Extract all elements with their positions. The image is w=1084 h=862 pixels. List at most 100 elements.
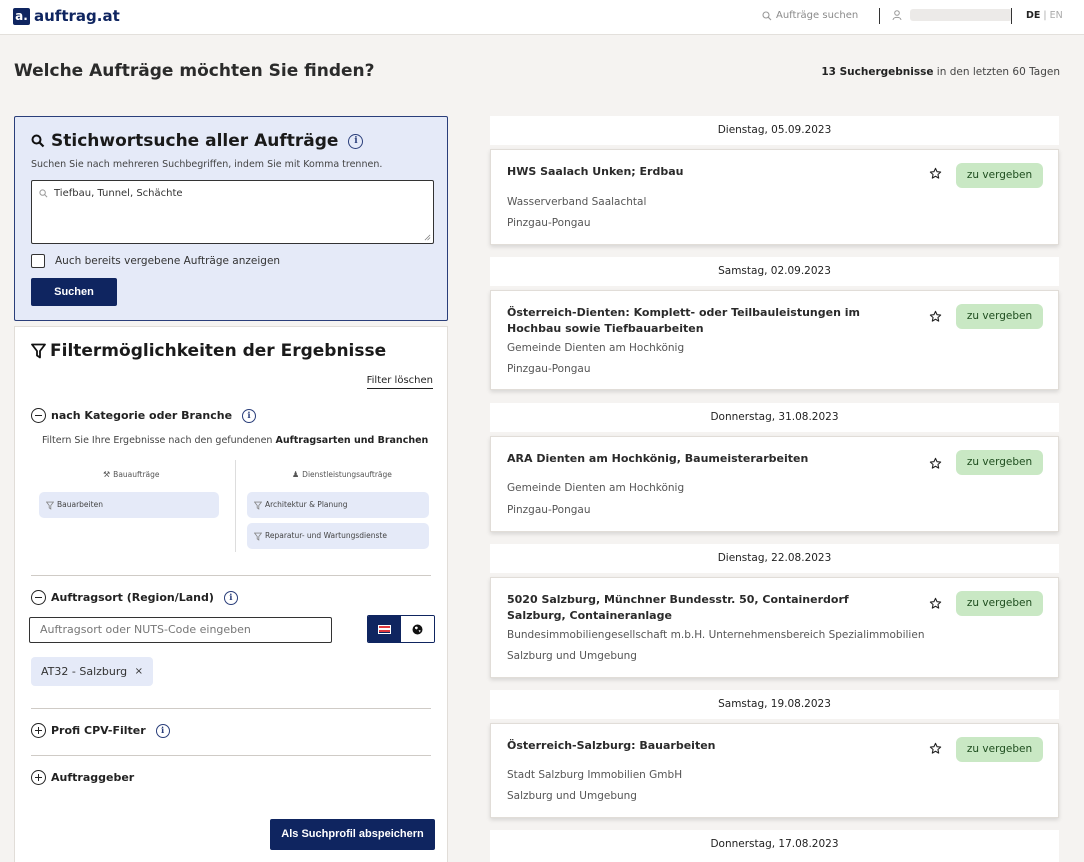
save-search-profile-button[interactable]: Als Suchprofil abspeichern [270,819,435,850]
show-awarded-checkbox[interactable] [31,254,45,268]
clear-filters-link[interactable]: Filter löschen [366,375,433,389]
logo-mark: a. [13,7,30,25]
client-section-toggle[interactable]: Auftraggeber [31,770,134,785]
page-title: Welche Aufträge möchten Sie finden? [14,61,375,81]
user-icon [892,9,902,20]
keyword-search-title-text: Stichwortsuche aller Aufträge [51,131,339,151]
location-tag: AT32 - Salzburg × [31,657,153,686]
nav-divider [879,8,880,24]
lang-en[interactable]: EN [1050,10,1063,21]
keyword-search-title: Stichwortsuche aller Aufträge i [31,131,364,151]
result-region: Salzburg und Umgebung [507,790,637,802]
info-icon[interactable]: i [223,590,238,605]
results-count-suffix: in den letzten 60 Tagen [933,66,1060,78]
expand-icon [31,770,46,785]
show-awarded-checkbox-row[interactable]: Auch bereits vergebene Aufträge anzeigen [31,254,280,268]
category-section-toggle[interactable]: nach Kategorie oder Branche i [31,408,257,423]
location-tag-label: AT32 - Salzburg [41,665,128,678]
collapse-icon [31,408,46,423]
search-icon [31,134,45,148]
result-card[interactable]: Österreich-Dienten: Komplett- oder Teilb… [490,290,1059,390]
services-column-header: ♟ Dienstleistungsaufträge [292,470,392,479]
result-title[interactable]: ARA Dienten am Hochkönig, Baumeisterarbe… [507,451,907,467]
location-section-toggle[interactable]: Auftragsort (Region/Land) i [31,590,238,605]
result-region: Pinzgau-Pongau [507,217,591,229]
location-input[interactable]: Auftragsort oder NUTS-Code eingeben [29,617,332,643]
favorite-star-icon[interactable] [929,742,942,755]
favorite-star-icon[interactable] [929,310,942,323]
lang-separator: | [1043,10,1047,21]
resize-handle-icon[interactable] [424,234,431,241]
category-description: Filtern Sie Ihre Ergebnisse nach den gef… [42,435,428,446]
result-organization: Stadt Salzburg Immobilien GmbH [507,769,683,781]
result-title[interactable]: Österreich-Dienten: Komplett- oder Teilb… [507,305,907,337]
keyword-search-hint: Suchen Sie nach mehreren Suchbegriffen, … [31,159,383,170]
person-icon: ♟ [292,470,300,479]
info-icon[interactable]: i [242,408,257,423]
info-icon[interactable]: i [348,133,364,149]
search-icon [762,10,772,20]
services-column-title: Dienstleistungsaufträge [302,470,392,479]
result-card[interactable]: Österreich-Salzburg: Bauarbeiten Stadt S… [490,723,1059,818]
favorite-star-icon[interactable] [929,597,942,610]
status-badge: zu vergeben [956,163,1043,188]
austria-mode-button[interactable] [368,616,401,642]
construction-column-title: Bauaufträge [113,470,160,479]
remove-tag-icon[interactable]: × [135,657,143,686]
world-mode-button[interactable] [401,616,434,642]
result-region: Pinzgau-Pongau [507,363,591,375]
user-name-redacted [910,9,1012,21]
section-divider [31,755,431,756]
category-heading: nach Kategorie oder Branche [51,409,233,422]
filter-icon [254,532,262,541]
result-region: Salzburg und Umgebung [507,650,637,662]
filter-icon [46,501,54,510]
result-organization: Gemeinde Dienten am Hochkönig [507,482,685,494]
lang-de[interactable]: DE [1026,10,1040,21]
construction-column-header: ⚒ Bauaufträge [103,470,160,479]
logo[interactable]: a. auftrag.at [13,7,120,25]
category-divider [235,460,236,552]
date-header: Donnerstag, 17.08.2023 [490,830,1059,862]
category-chip-reparatur[interactable]: Reparatur- und Wartungsdienste [247,523,429,549]
keyword-search-value: Tiefbau, Tunnel, Schächte [54,188,183,199]
austria-flag-icon [378,624,391,634]
filter-title-text: Filtermöglichkeiten der Ergebnisse [50,341,387,361]
info-icon[interactable]: i [155,723,170,738]
date-header: Donnerstag, 31.08.2023 [490,403,1059,432]
cpv-section-toggle[interactable]: Profi CPV-Filter i [31,723,170,738]
show-awarded-label: Auch bereits vergebene Aufträge anzeigen [55,255,281,267]
filter-title: Filtermöglichkeiten der Ergebnisse [31,341,386,361]
date-header: Samstag, 19.08.2023 [490,690,1059,719]
result-card[interactable]: HWS Saalach Unken; Erdbau Wasserverband … [490,149,1059,245]
favorite-star-icon[interactable] [929,167,942,180]
favorite-star-icon[interactable] [929,457,942,470]
status-badge: zu vergeben [956,450,1043,475]
result-card[interactable]: 5020 Salzburg, Münchner Bundesstr. 50, C… [490,577,1059,678]
result-card[interactable]: ARA Dienten am Hochkönig, Baumeisterarbe… [490,436,1059,532]
logo-text: auftrag.at [34,7,120,25]
location-mode-toggle [367,615,435,643]
result-title[interactable]: HWS Saalach Unken; Erdbau [507,164,907,180]
date-header: Samstag, 02.09.2023 [490,257,1059,286]
category-description-text: Filtern Sie Ihre Ergebnisse nach den gef… [42,435,276,446]
result-title[interactable]: 5020 Salzburg, Münchner Bundesstr. 50, C… [507,592,907,624]
user-menu[interactable] [892,9,1012,21]
date-header: Dienstag, 22.08.2023 [490,544,1059,573]
section-divider [31,708,431,709]
category-chip-bauarbeiten[interactable]: Bauarbeiten [39,492,219,518]
nav-divider [1011,8,1012,24]
filter-icon [254,501,262,510]
nav-search-link[interactable]: Aufträge suchen [762,10,858,21]
client-heading: Auftraggeber [51,771,135,784]
language-switch: DE | EN [1026,10,1063,21]
cpv-heading: Profi CPV-Filter [51,724,146,737]
filter-icon [31,343,46,359]
status-badge: zu vergeben [956,304,1043,329]
search-icon [39,189,48,198]
category-chip-architektur[interactable]: Architektur & Planung [247,492,429,518]
category-chip-label: Reparatur- und Wartungsdienste [265,531,387,540]
search-button[interactable]: Suchen [31,278,117,306]
keyword-search-input[interactable]: Tiefbau, Tunnel, Schächte [31,180,434,244]
result-title[interactable]: Österreich-Salzburg: Bauarbeiten [507,738,907,754]
